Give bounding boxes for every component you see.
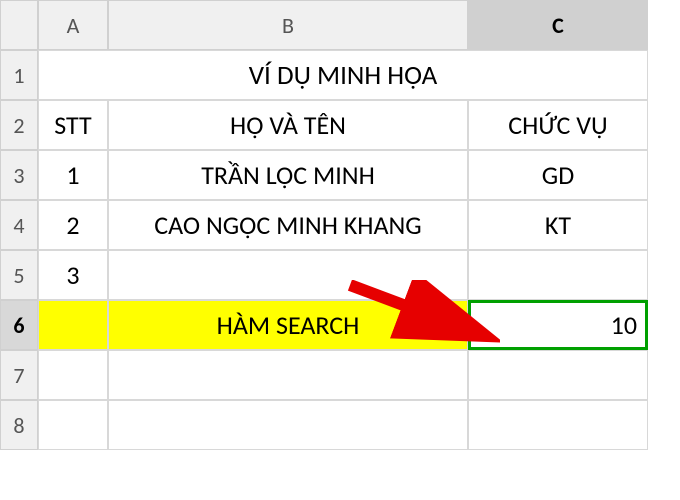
cell-A4[interactable]: 2: [38, 200, 108, 250]
cell-B6[interactable]: HÀM SEARCH: [108, 300, 468, 350]
cell-A6[interactable]: [38, 300, 108, 350]
column-header-A[interactable]: A: [38, 0, 108, 50]
cell-B3[interactable]: TRẦN LỘC MINH: [108, 150, 468, 200]
cell-A7[interactable]: [38, 350, 108, 400]
cell-C5[interactable]: [468, 250, 648, 300]
cell-A5[interactable]: 3: [38, 250, 108, 300]
cell-C8[interactable]: [468, 400, 648, 450]
cell-title-merged[interactable]: VÍ DỤ MINH HỌA: [38, 50, 648, 100]
cell-B4[interactable]: CAO NGỌC MINH KHANG: [108, 200, 468, 250]
row-header-5[interactable]: 5: [0, 250, 38, 300]
cell-C4[interactable]: KT: [468, 200, 648, 250]
row-header-3[interactable]: 3: [0, 150, 38, 200]
column-header-B[interactable]: B: [108, 0, 468, 50]
row-header-4[interactable]: 4: [0, 200, 38, 250]
cell-B8[interactable]: [108, 400, 468, 450]
row-header-7[interactable]: 7: [0, 350, 38, 400]
cell-C7[interactable]: [468, 350, 648, 400]
select-all-corner[interactable]: [0, 0, 38, 50]
cell-B2[interactable]: HỌ VÀ TÊN: [108, 100, 468, 150]
cell-B5[interactable]: [108, 250, 468, 300]
cell-C6[interactable]: 10: [468, 300, 648, 350]
spreadsheet-grid: A B C 1 VÍ DỤ MINH HỌA 2 STT HỌ VÀ TÊN C…: [0, 0, 680, 450]
row-header-8[interactable]: 8: [0, 400, 38, 450]
row-header-1[interactable]: 1: [0, 50, 38, 100]
cell-C2[interactable]: CHỨC VỤ: [468, 100, 648, 150]
cell-B7[interactable]: [108, 350, 468, 400]
column-header-C[interactable]: C: [468, 0, 648, 50]
cell-A8[interactable]: [38, 400, 108, 450]
cell-A2[interactable]: STT: [38, 100, 108, 150]
row-header-2[interactable]: 2: [0, 100, 38, 150]
cell-A3[interactable]: 1: [38, 150, 108, 200]
row-header-6[interactable]: 6: [0, 300, 38, 350]
cell-C3[interactable]: GD: [468, 150, 648, 200]
